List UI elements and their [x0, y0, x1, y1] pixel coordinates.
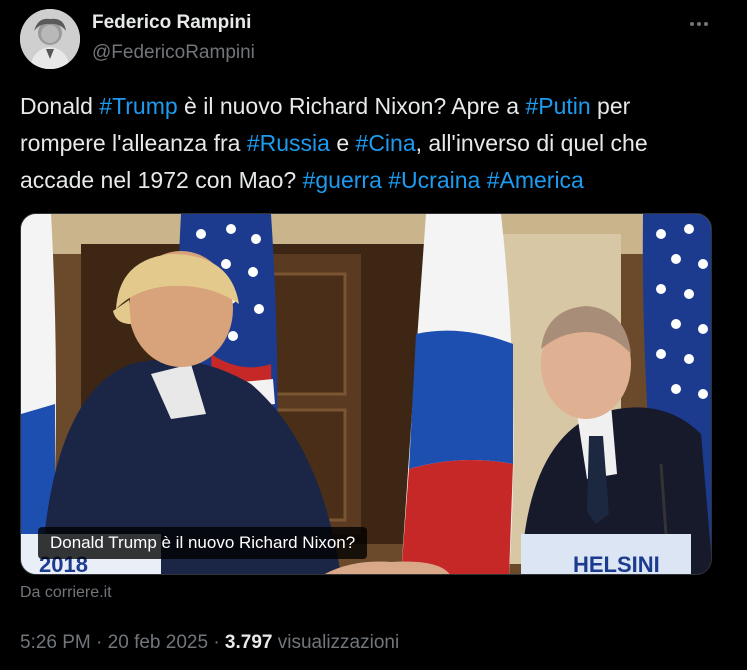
more-dot	[697, 22, 701, 26]
author-handle[interactable]: @FedericoRampini	[92, 41, 255, 65]
tweet-meta: 5:26 PM · 20 feb 2025 · 3.797 visualizza…	[20, 630, 399, 656]
more-dot	[690, 22, 694, 26]
more-options-icon[interactable]	[685, 13, 713, 35]
avatar[interactable]	[20, 9, 80, 69]
tweet-date[interactable]: 20 feb 2025	[108, 632, 208, 653]
tweet-text: Donald #Trump è il nuovo Richard Nixon? …	[20, 88, 720, 199]
tweet-time[interactable]: 5:26 PM	[20, 632, 91, 653]
meta-separator: ·	[96, 632, 103, 653]
hashtag-link[interactable]: #Cina	[356, 130, 416, 156]
tweet: Federico Rampini @FedericoRampini Donald…	[0, 0, 747, 670]
author-info: Federico Rampini @FedericoRampini	[92, 11, 255, 65]
author-display-name[interactable]: Federico Rampini	[92, 11, 255, 35]
media-card[interactable]: 2018 HELSINI Donald Trump è il nuovo Ric…	[20, 213, 712, 575]
hashtag-link[interactable]: #Ucraina	[388, 167, 480, 193]
hashtag-link[interactable]: #America	[487, 167, 584, 193]
views-count: 3.797	[224, 632, 273, 653]
hashtag-link[interactable]: #guerra	[303, 167, 382, 193]
media-caption: Donald Trump è il nuovo Richard Nixon?	[38, 527, 368, 559]
hashtag-link[interactable]: #Russia	[247, 130, 330, 156]
media-sign-right: HELSINI	[573, 552, 660, 575]
hashtag-link[interactable]: #Putin	[525, 93, 590, 119]
tweet-text-segment: Donald	[20, 93, 100, 119]
tweet-text-segment: e	[329, 130, 356, 156]
media-image: 2018 HELSINI	[21, 214, 711, 575]
link-source[interactable]: Da corriere.it	[20, 583, 112, 603]
more-dot	[704, 22, 708, 26]
views-label: visualizzazioni	[277, 632, 400, 653]
hashtag-link[interactable]: #Trump	[99, 93, 177, 119]
meta-separator: ·	[213, 632, 220, 653]
tweet-text-segment: è il nuovo Richard Nixon? Apre a	[177, 93, 526, 119]
